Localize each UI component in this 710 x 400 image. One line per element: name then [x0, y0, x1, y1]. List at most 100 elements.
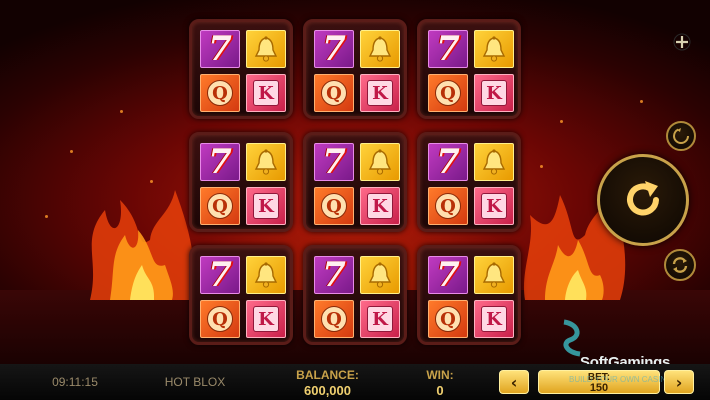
bell-icon	[482, 262, 506, 288]
bell-icon	[368, 36, 392, 62]
symbol-block: 7 QK	[417, 132, 521, 232]
bell-symbol	[246, 256, 286, 294]
q-glyph: Q	[207, 80, 233, 106]
seven-symbol: 7	[314, 256, 354, 294]
q-glyph: Q	[435, 80, 461, 106]
k-symbol: K	[246, 187, 286, 225]
seven-symbol: 7	[200, 143, 240, 181]
k-symbol: K	[360, 74, 400, 112]
autoplay-button[interactable]	[664, 249, 696, 281]
seven-glyph: 7	[436, 255, 460, 295]
symbol-block: 7 QK	[189, 19, 293, 119]
k-glyph: K	[367, 193, 393, 219]
bell-symbol	[246, 30, 286, 68]
q-symbol: Q	[314, 187, 354, 225]
bell-symbol	[474, 30, 514, 68]
k-glyph: K	[481, 80, 507, 106]
bell-icon	[368, 149, 392, 175]
q-symbol: Q	[200, 300, 240, 338]
game-title: HOT BLOX	[164, 375, 226, 389]
seven-symbol: 7	[314, 30, 354, 68]
bell-symbol	[474, 143, 514, 181]
q-glyph: Q	[321, 80, 347, 106]
q-glyph: Q	[435, 193, 461, 219]
menu-button[interactable]	[670, 30, 694, 54]
win-label: WIN:	[426, 368, 454, 382]
seven-glyph: 7	[322, 255, 346, 295]
bell-symbol	[360, 143, 400, 181]
chevron-right-icon: ›	[675, 372, 683, 392]
bell-symbol	[474, 256, 514, 294]
bell-icon	[254, 36, 278, 62]
win-value: 0	[436, 383, 444, 398]
k-symbol: K	[474, 300, 514, 338]
k-symbol: K	[474, 187, 514, 225]
q-glyph: Q	[207, 306, 233, 332]
spin-arrow-icon	[627, 181, 659, 216]
q-symbol: Q	[428, 300, 468, 338]
seven-glyph: 7	[208, 255, 232, 295]
k-glyph: K	[367, 80, 393, 106]
bet-display: BET: 150 BUILD YOUR OWN CASINO	[538, 370, 672, 394]
symbol-block: 7 QK	[303, 245, 407, 345]
symbol-block: 7 QK	[417, 19, 521, 119]
seven-symbol: 7	[200, 256, 240, 294]
turbo-icon	[673, 128, 689, 144]
q-glyph: Q	[321, 306, 347, 332]
bell-symbol	[360, 256, 400, 294]
seven-glyph: 7	[436, 142, 460, 182]
q-glyph: Q	[435, 306, 461, 332]
autoplay-icon	[672, 257, 688, 273]
symbol-block: 7 QK	[303, 132, 407, 232]
seven-glyph: 7	[436, 29, 460, 69]
bell-icon	[482, 36, 506, 62]
seven-symbol: 7	[428, 143, 468, 181]
brand-logo-icon	[563, 319, 581, 357]
seven-symbol: 7	[314, 143, 354, 181]
q-glyph: Q	[207, 193, 233, 219]
left-flame	[90, 190, 195, 300]
k-symbol: K	[474, 74, 514, 112]
balance-value: 600,000	[304, 383, 351, 398]
q-symbol: Q	[200, 74, 240, 112]
k-symbol: K	[360, 300, 400, 338]
k-glyph: K	[481, 306, 507, 332]
turbo-button[interactable]	[666, 121, 696, 151]
seven-glyph: 7	[322, 142, 346, 182]
q-symbol: Q	[428, 74, 468, 112]
k-symbol: K	[360, 187, 400, 225]
q-symbol: Q	[200, 187, 240, 225]
k-glyph: K	[253, 80, 279, 106]
seven-glyph: 7	[322, 29, 346, 69]
seven-glyph: 7	[208, 29, 232, 69]
q-symbol: Q	[314, 300, 354, 338]
symbol-block: 7 QK	[189, 132, 293, 232]
seven-glyph: 7	[208, 142, 232, 182]
k-symbol: K	[246, 300, 286, 338]
symbol-block: 7 QK	[189, 245, 293, 345]
bell-icon	[254, 149, 278, 175]
bell-symbol	[360, 30, 400, 68]
k-symbol: K	[246, 74, 286, 112]
k-glyph: K	[367, 306, 393, 332]
k-glyph: K	[481, 193, 507, 219]
bet-decrease-button[interactable]: ‹	[499, 370, 529, 394]
bell-icon	[254, 262, 278, 288]
k-glyph: K	[253, 306, 279, 332]
chevron-left-icon: ‹	[510, 372, 518, 392]
k-glyph: K	[253, 193, 279, 219]
bell-symbol	[246, 143, 286, 181]
brand-watermark: SoftGamings	[558, 318, 708, 371]
symbol-block: 7 QK	[417, 245, 521, 345]
seven-symbol: 7	[428, 30, 468, 68]
q-symbol: Q	[428, 187, 468, 225]
clock: 09:11:15	[52, 375, 98, 389]
bell-icon	[368, 262, 392, 288]
q-glyph: Q	[321, 193, 347, 219]
seven-symbol: 7	[200, 30, 240, 68]
bet-increase-button[interactable]: ›	[664, 370, 694, 394]
bell-icon	[482, 149, 506, 175]
plus-icon	[673, 33, 691, 51]
spin-button[interactable]	[597, 154, 689, 246]
q-symbol: Q	[314, 74, 354, 112]
